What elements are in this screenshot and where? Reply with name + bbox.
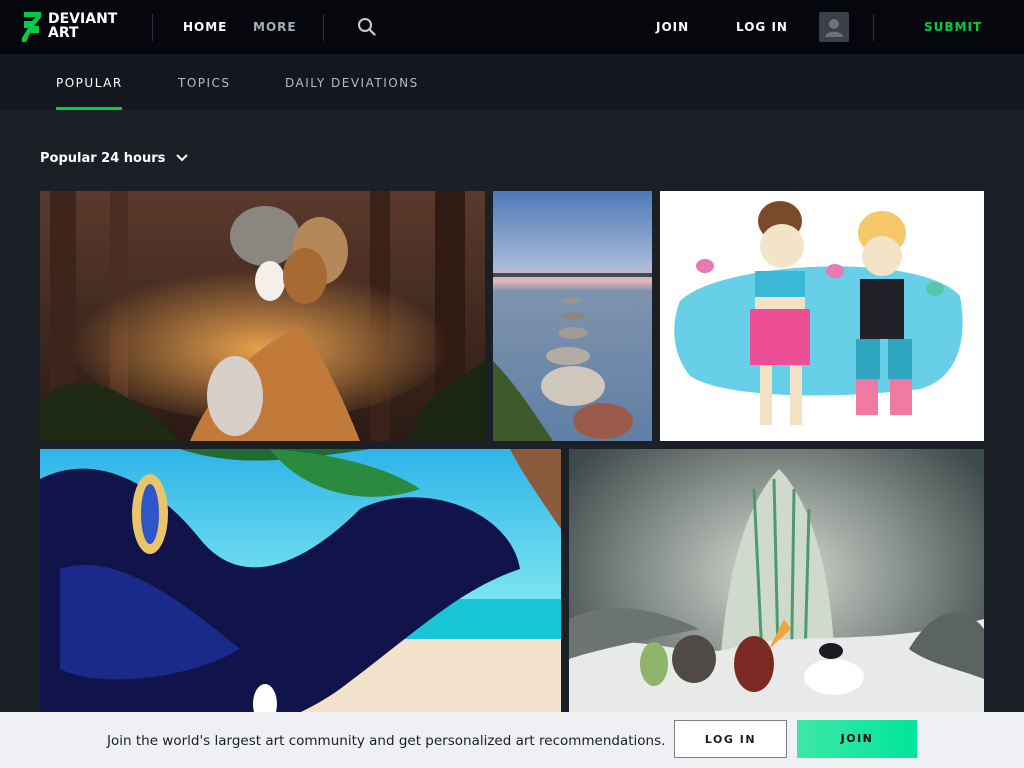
submit-button[interactable]: SUBMIT: [924, 20, 982, 34]
workout-ponies-artwork-image: [660, 191, 984, 441]
top-navigation-bar: [0, 0, 1024, 54]
gallery-thumbnail[interactable]: [493, 191, 652, 441]
nav-divider: [873, 14, 874, 41]
nav-divider: [323, 14, 324, 41]
nav-home-link[interactable]: HOME: [183, 20, 227, 34]
login-link[interactable]: LOG IN: [736, 20, 788, 34]
nav-more-link[interactable]: MORE: [253, 20, 297, 34]
banner-login-button[interactable]: LOG IN: [674, 720, 787, 758]
filter-label: Popular 24 hours: [40, 151, 166, 166]
avatar[interactable]: [819, 12, 849, 42]
forest-dogs-artwork-image: [40, 191, 485, 441]
tab-popular[interactable]: POPULAR: [56, 76, 123, 90]
deviantart-logo[interactable]: DEVIANT ART: [22, 12, 118, 42]
tab-bar: [0, 54, 1024, 110]
logo-wordmark-line1: DEVIANT: [48, 11, 118, 27]
lake-stones-photo-image: [493, 191, 652, 441]
tab-topics[interactable]: TOPICS: [178, 76, 231, 90]
deviantart-logo-icon: [22, 12, 41, 42]
join-banner-text: Join the world's largest art community a…: [107, 733, 666, 749]
user-icon: [825, 19, 843, 37]
join-link[interactable]: JOIN: [656, 20, 689, 34]
nav-divider: [152, 14, 153, 41]
gallery-thumbnail[interactable]: [40, 191, 485, 441]
search-icon[interactable]: [357, 17, 376, 36]
popularity-filter-dropdown[interactable]: Popular 24 hours: [40, 151, 188, 166]
chevron-down-icon: [176, 154, 188, 162]
logo-wordmark-line2: ART: [48, 25, 79, 41]
tab-daily-deviations[interactable]: DAILY DEVIATIONS: [285, 76, 419, 90]
banner-join-button[interactable]: JOIN: [797, 720, 917, 758]
gallery-thumbnail[interactable]: [660, 191, 984, 441]
